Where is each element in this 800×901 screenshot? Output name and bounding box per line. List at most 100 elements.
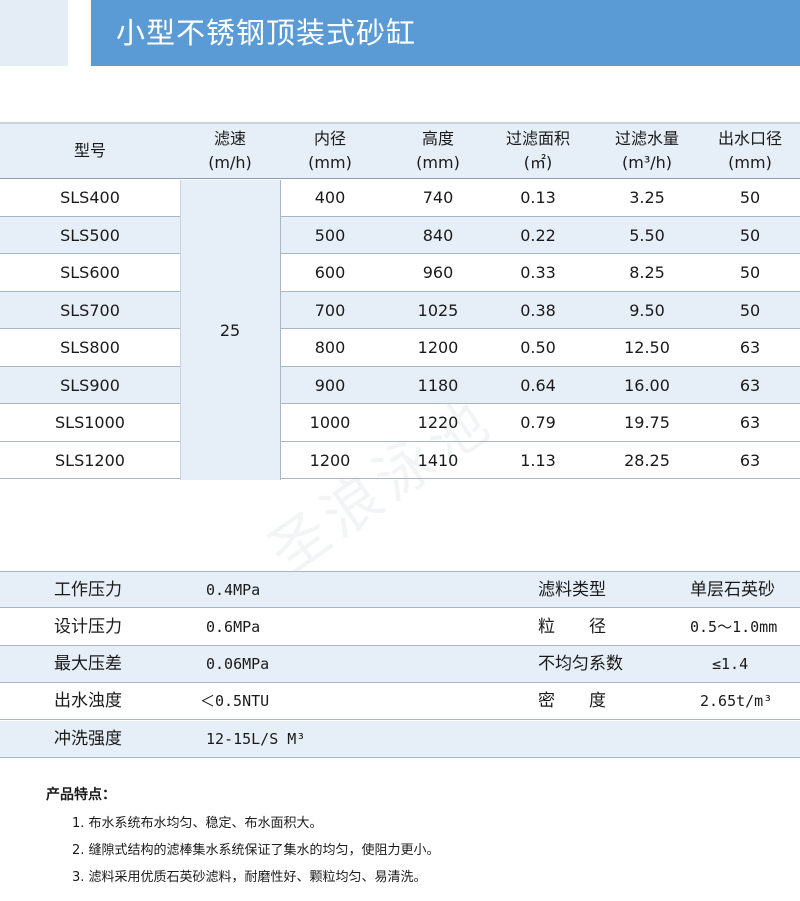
cell-model: SLS500 xyxy=(60,225,120,245)
cell-flow: 8.25 xyxy=(629,263,665,282)
cell-flow: 5.50 xyxy=(629,225,665,245)
cell-height: 1180 xyxy=(417,375,459,395)
cell-diameter: 700 xyxy=(314,300,346,320)
param-value: 12-15L/S M³ xyxy=(206,730,306,748)
header-flow-label: 过滤水量 xyxy=(614,129,679,148)
param-row: 冲洗强度 12-15L/S M³ xyxy=(0,721,800,758)
header-side-block xyxy=(0,0,68,66)
cell-model: SLS400 xyxy=(60,188,120,207)
cell-model: SLS900 xyxy=(60,375,120,395)
header-area: 过滤面积 (㎡) xyxy=(488,124,588,178)
param-label: 工作压力 xyxy=(54,580,122,600)
cell-area: 0.13 xyxy=(520,188,556,207)
cell-outlet: 50 xyxy=(739,188,761,207)
param-row: 出水浊度 ＜0.5NTU 密 度 2.65t/m³ xyxy=(0,683,800,720)
cell-model: SLS1200 xyxy=(55,450,125,470)
header-flow: 过滤水量 (m³/h) xyxy=(592,124,702,178)
cell-diameter: 1200 xyxy=(309,450,351,470)
cell-outlet: 63 xyxy=(739,375,761,395)
header-outlet-unit: (mm) xyxy=(728,153,772,172)
param-row: 工作压力 0.4MPa 滤料类型 单层石英砂 xyxy=(0,571,800,608)
cell-area: 0.79 xyxy=(520,413,556,432)
cell-flow: 9.50 xyxy=(629,300,665,320)
cell-outlet: 63 xyxy=(739,338,761,357)
param-value: ＜0.5NTU xyxy=(200,692,270,710)
cell-model: SLS1000 xyxy=(55,413,125,432)
header-outlet: 出水口径 (mm) xyxy=(702,124,798,178)
header-model-label: 型号 xyxy=(73,141,106,160)
header-height-label: 高度 xyxy=(421,129,454,148)
cell-height: 1025 xyxy=(417,300,459,320)
cell-area: 0.64 xyxy=(520,375,556,395)
feature-item: 1. 布水系统布水均匀、稳定、布水面积大。 xyxy=(72,816,323,831)
cell-area: 0.50 xyxy=(520,338,556,357)
cell-outlet: 50 xyxy=(739,300,761,320)
column-divider xyxy=(280,180,281,480)
header-model: 型号 xyxy=(30,124,150,178)
header-flow-unit: (m³/h) xyxy=(621,153,672,172)
cell-flow: 3.25 xyxy=(629,188,665,207)
cell-model: SLS600 xyxy=(60,263,120,282)
table-row: SLS500 500 840 0.22 5.50 50 xyxy=(0,217,800,254)
cell-diameter: 600 xyxy=(314,263,346,282)
cell-diameter: 900 xyxy=(314,375,346,395)
cell-height: 1200 xyxy=(417,338,459,357)
param-label-2: 密 度 xyxy=(538,691,606,711)
cell-flow: 12.50 xyxy=(624,338,670,357)
cell-height: 1410 xyxy=(417,450,459,470)
param-value-2: 2.65t/m³ xyxy=(700,692,773,710)
cell-diameter: 500 xyxy=(314,225,346,245)
feature-item: 2. 缝隙式结构的滤棒集水系统保证了集水的均匀，使阻力更小。 xyxy=(72,843,440,858)
cell-height: 960 xyxy=(422,263,454,282)
param-label: 冲洗强度 xyxy=(54,729,122,749)
feature-item: 3. 滤料采用优质石英砂滤料，耐磨性好、颗粒均匀、易清洗。 xyxy=(72,870,427,885)
cell-area: 0.38 xyxy=(520,300,556,320)
table-row: SLS600 600 960 0.33 8.25 50 xyxy=(0,254,800,292)
param-label: 出水浊度 xyxy=(54,691,122,711)
header-diameter: 内径 (mm) xyxy=(280,124,380,178)
cell-diameter: 400 xyxy=(314,188,346,207)
table-row: SLS700 700 1025 0.38 9.50 50 xyxy=(0,292,800,329)
param-label-2: 粒 径 xyxy=(538,617,606,637)
cell-outlet: 50 xyxy=(739,225,761,245)
cell-flow: 28.25 xyxy=(624,450,670,470)
table-header-row: 型号 滤速 (m/h) 内径 (mm) 高度 (mm) 过滤面积 (㎡) 过滤水… xyxy=(0,122,800,179)
param-row: 最大压差 0.06MPa 不均匀系数 ≤1.4 xyxy=(0,646,800,683)
param-label: 设计压力 xyxy=(54,617,122,637)
header-area-label: 过滤面积 xyxy=(505,129,570,148)
cell-height: 740 xyxy=(422,188,454,207)
cell-diameter: 1000 xyxy=(309,413,351,432)
header-area-unit: (㎡) xyxy=(523,153,553,172)
param-label: 最大压差 xyxy=(54,654,122,674)
cell-outlet: 63 xyxy=(739,450,761,470)
header-diameter-unit: (mm) xyxy=(308,153,352,172)
header-height-unit: (mm) xyxy=(416,153,460,172)
param-value: 0.06MPa xyxy=(206,655,270,673)
param-label-2: 不均匀系数 xyxy=(538,654,623,674)
cell-outlet: 63 xyxy=(739,413,761,432)
param-value-2: ≤1.4 xyxy=(712,655,749,673)
cell-height: 1220 xyxy=(417,413,459,432)
features-title: 产品特点： xyxy=(46,787,116,803)
param-label-2: 滤料类型 xyxy=(538,580,606,600)
table-row: SLS900 900 1180 0.64 16.00 63 xyxy=(0,367,800,404)
cell-area: 0.22 xyxy=(520,225,556,245)
header-filter-speed: 滤速 (m/h) xyxy=(180,124,280,178)
cell-flow: 16.00 xyxy=(624,375,670,395)
column-divider xyxy=(180,180,181,480)
cell-height: 840 xyxy=(422,225,454,245)
param-value-2: 0.5～1.0mm xyxy=(690,618,778,636)
header-diameter-label: 内径 xyxy=(313,129,346,148)
header-height: 高度 (mm) xyxy=(388,124,488,178)
cell-diameter: 800 xyxy=(314,338,346,357)
cell-model: SLS700 xyxy=(60,300,120,320)
header-outlet-label: 出水口径 xyxy=(717,129,782,148)
param-value-2: 单层石英砂 xyxy=(690,580,775,600)
cell-area: 1.13 xyxy=(520,450,556,470)
cell-outlet: 50 xyxy=(739,263,761,282)
table-row: SLS1200 1200 1410 1.13 28.25 63 xyxy=(0,442,800,479)
table-row: SLS1000 1000 1220 0.79 19.75 63 xyxy=(0,404,800,442)
page-title: 小型不锈钢顶装式砂缸 xyxy=(91,0,800,66)
cell-model: SLS800 xyxy=(60,338,120,357)
param-row: 设计压力 0.6MPa 粒 径 0.5～1.0mm xyxy=(0,609,800,646)
